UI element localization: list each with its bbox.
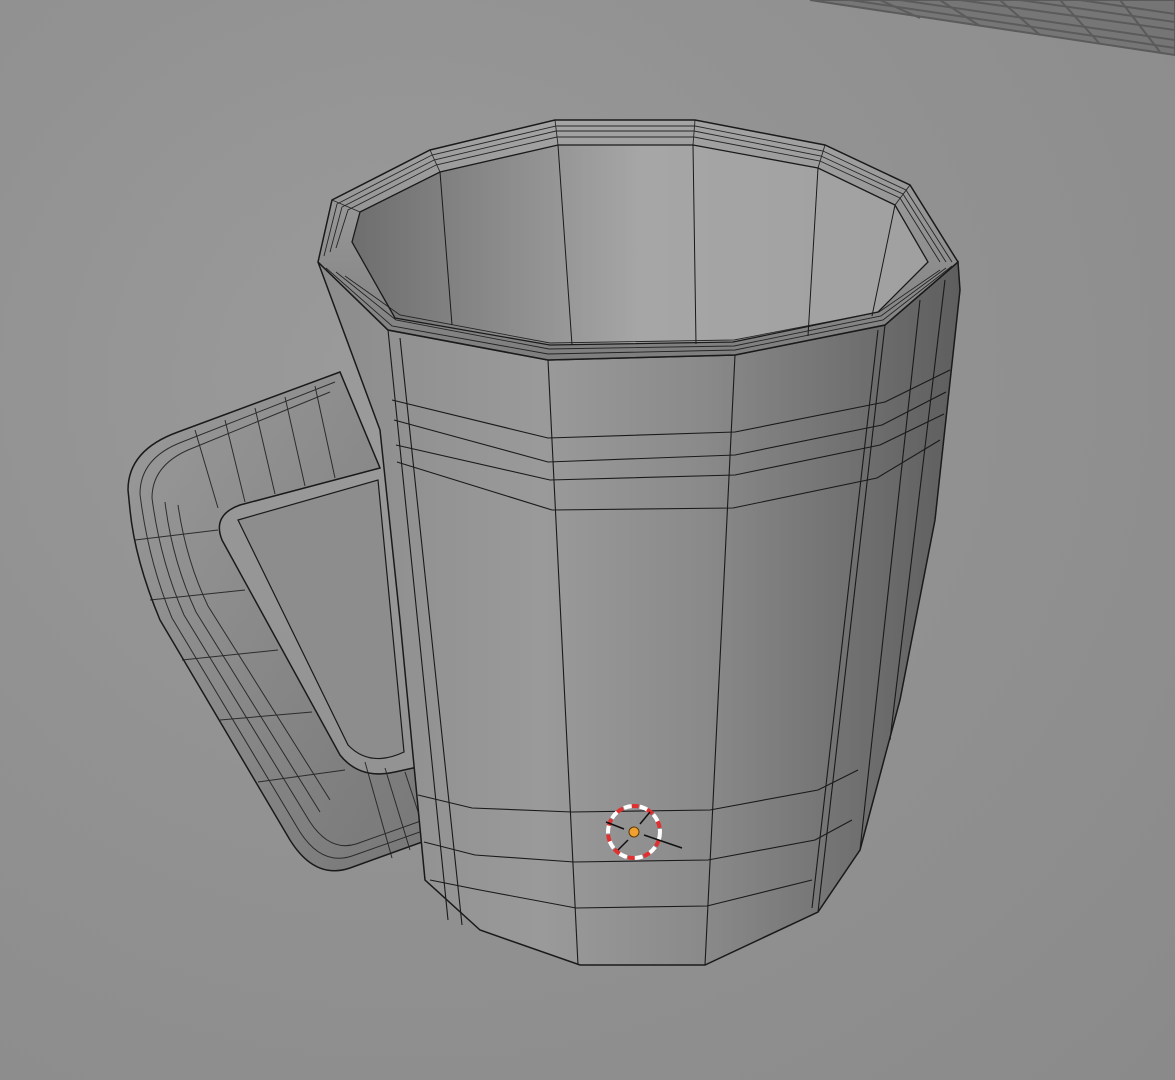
mug-body[interactable] — [317, 260, 961, 966]
mug-mesh[interactable] — [0, 0, 1175, 1080]
mug-rim[interactable] — [317, 119, 959, 361]
3d-viewport[interactable] — [0, 0, 1175, 1080]
